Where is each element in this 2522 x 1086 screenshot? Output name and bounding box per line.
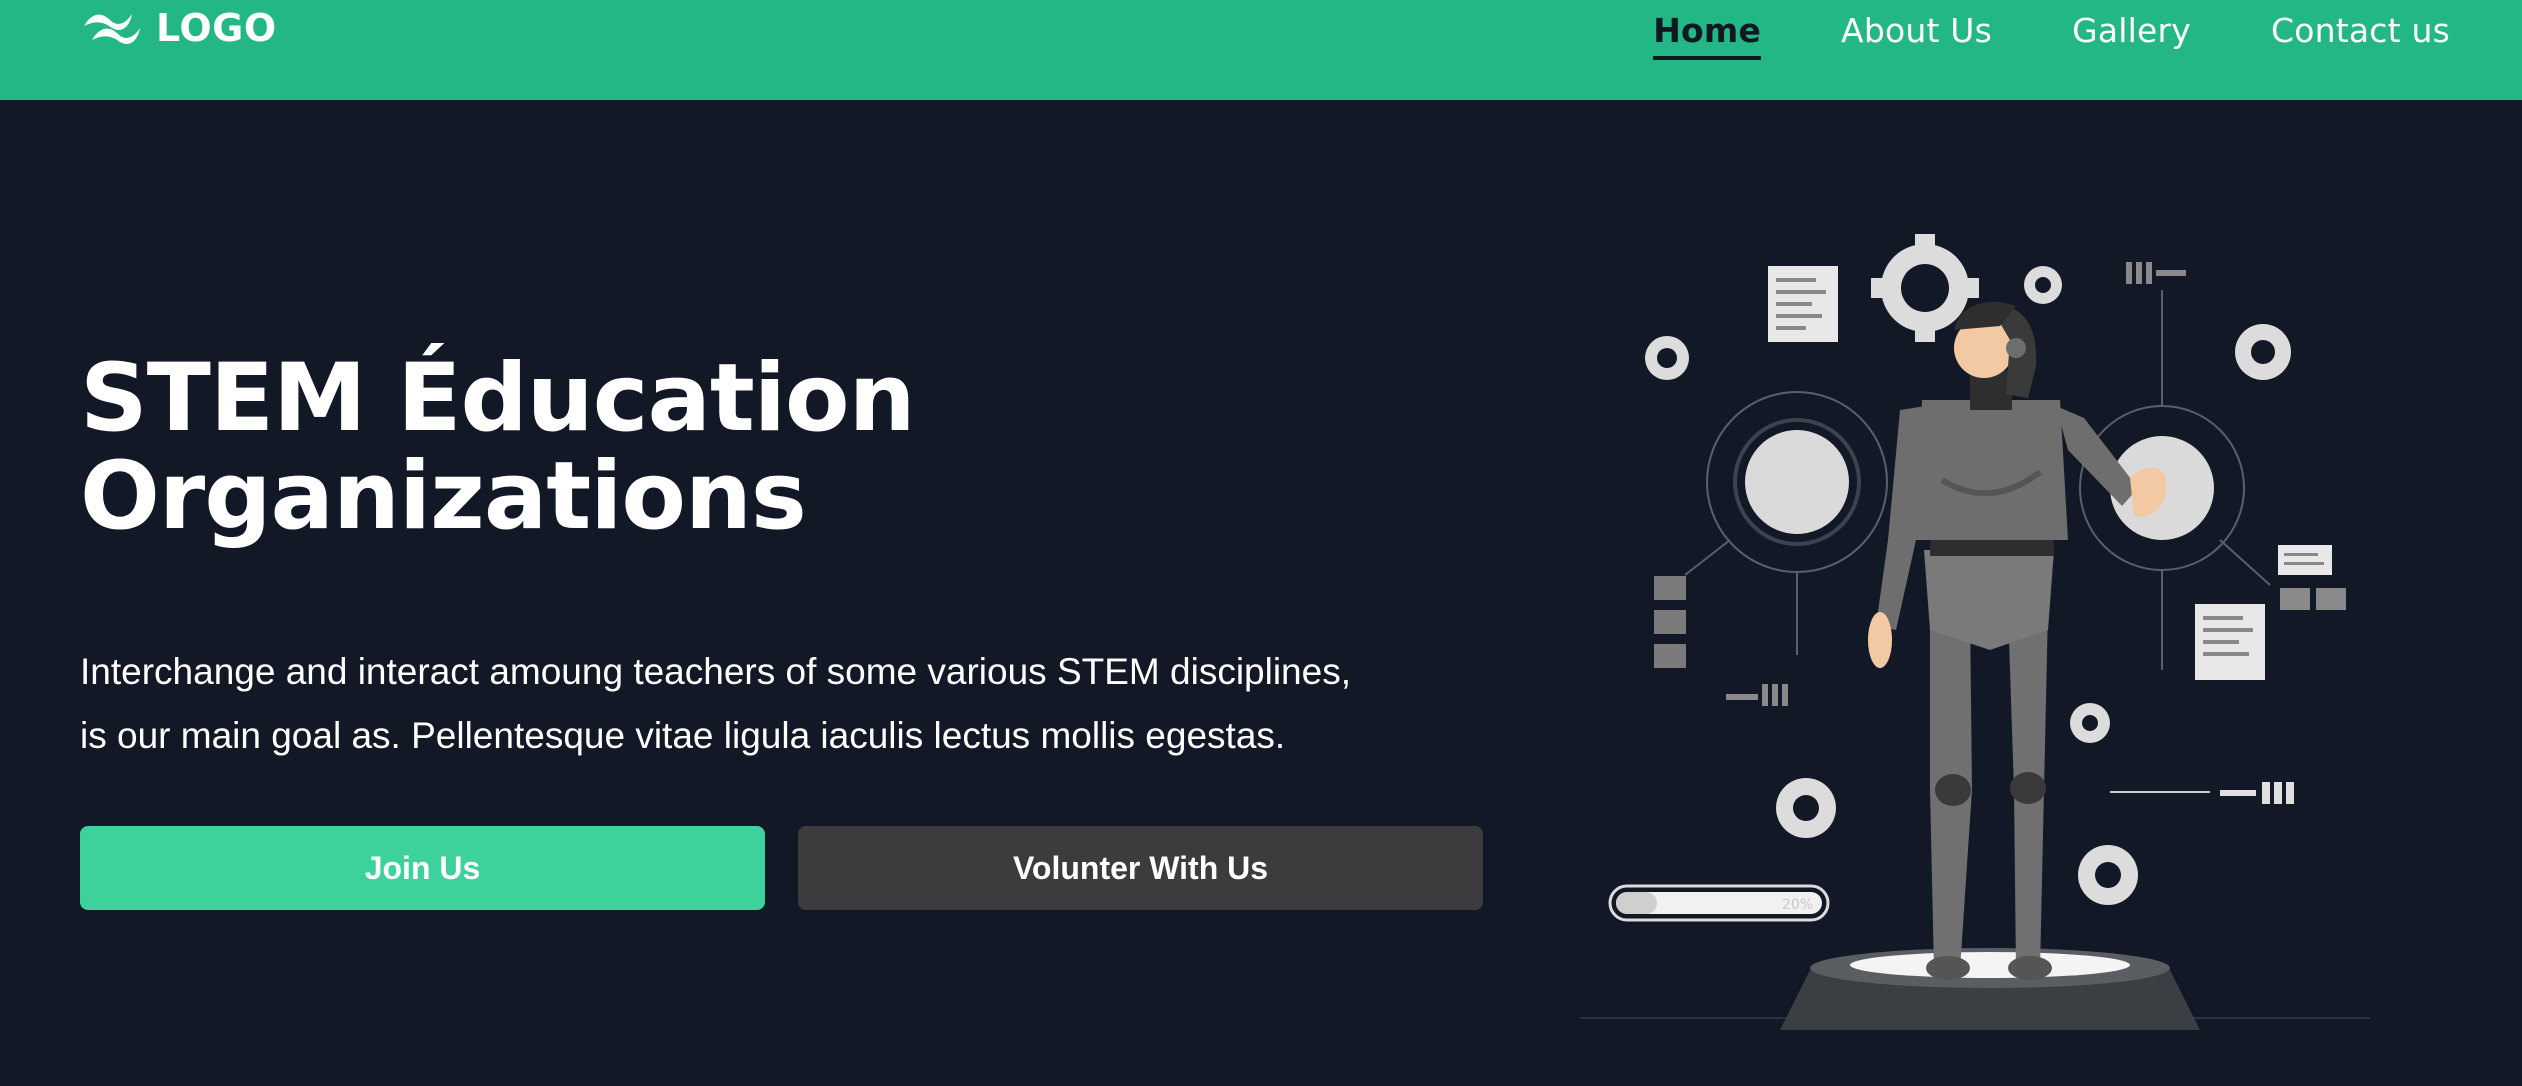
volunteer-with-us-button[interactable]: Volunter With Us <box>798 826 1483 910</box>
hero-title-line1: STEM Éducation <box>80 344 916 453</box>
wave-logo-icon <box>84 14 140 45</box>
logo[interactable]: LOGO <box>80 6 277 50</box>
main-nav: Home About Us Gallery Contact us <box>1653 8 2450 60</box>
logo-text: LOGO <box>156 6 277 50</box>
hero-description-line1: Interchange and interact amoung teachers… <box>80 651 1351 692</box>
document-icon <box>2195 604 2265 680</box>
nav-home[interactable]: Home <box>1653 11 1761 60</box>
site-header: LOGO Home About Us Gallery Contact us <box>0 0 2522 100</box>
hero-title-line2: Organizations <box>80 442 807 551</box>
hero-description: Interchange and interact amoung teachers… <box>80 640 1460 768</box>
progress-text: 20% <box>1782 897 1813 913</box>
robot-illustration: 20% <box>1580 234 2370 1030</box>
gear-icon <box>2235 324 2291 380</box>
progress-bar: 20% <box>1608 884 1830 922</box>
gear-icon <box>2078 845 2138 905</box>
nav-contact-us[interactable]: Contact us <box>2271 11 2450 50</box>
document-icon <box>1768 266 1838 342</box>
platform <box>1780 948 2200 1030</box>
join-us-button[interactable]: Join Us <box>80 826 765 910</box>
nav-gallery[interactable]: Gallery <box>2072 11 2191 50</box>
gear-icon <box>2070 703 2110 743</box>
hero-description-line2: is our main goal as. Pellentesque vitae … <box>80 715 1286 756</box>
nav-about-us[interactable]: About Us <box>1841 11 1992 50</box>
document-icon <box>2278 545 2332 575</box>
gear-icon <box>1645 336 1689 380</box>
gear-icon <box>1776 778 1836 838</box>
left-gauge-icon <box>1684 391 1888 655</box>
hero-title: STEM Éducation Organizations <box>80 350 1080 546</box>
gear-icon <box>2024 266 2062 304</box>
